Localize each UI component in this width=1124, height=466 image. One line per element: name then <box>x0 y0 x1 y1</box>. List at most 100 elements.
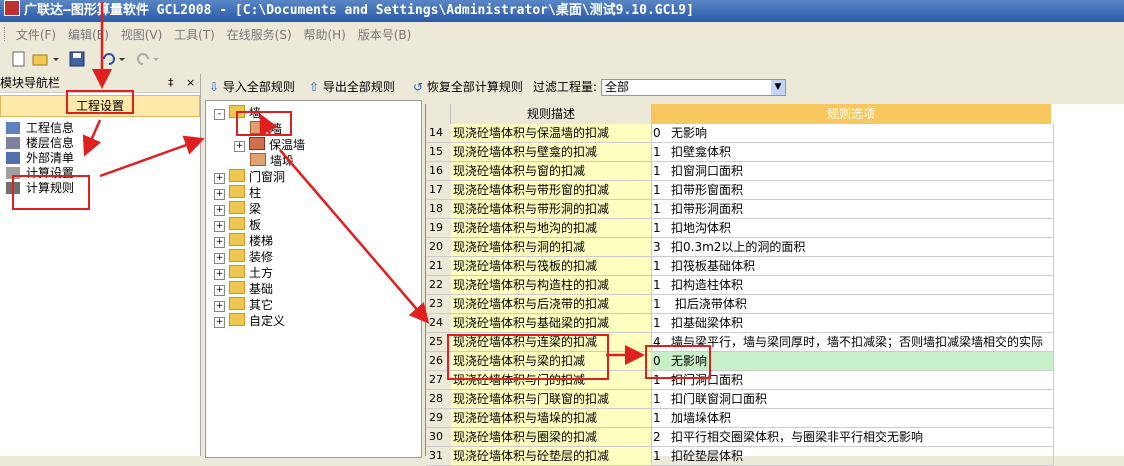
menu-tools[interactable]: 工具(T) <box>174 28 215 42</box>
tree-node-beam[interactable]: + 梁 <box>214 201 261 217</box>
rule-option-cell[interactable]: 1 扣带形洞面积 <box>651 200 1054 219</box>
rule-description-cell[interactable]: 现浇砼墙体积与墙垛的扣减 <box>451 409 652 428</box>
rule-description-cell[interactable]: 现浇砼墙体积与梁的扣减 <box>451 352 652 371</box>
expand-icon[interactable]: + <box>214 237 225 248</box>
table-row[interactable]: 16 现浇砼墙体积与窗的扣减 1 扣窗洞口面积 <box>426 162 1124 181</box>
rule-option-cell[interactable]: 4 墙与梁平行，墙与梁同厚时，墙不扣减梁；否则墙扣减梁墙相交的实际 <box>651 333 1054 352</box>
chevron-down-icon[interactable]: ▼ <box>771 80 785 95</box>
nav-item-external-list[interactable]: 外部清单 <box>0 151 200 166</box>
rule-description-cell[interactable]: 现浇砼墙体积与带形窗的扣减 <box>451 181 652 200</box>
expand-icon[interactable]: + <box>214 285 225 296</box>
rule-option-cell[interactable]: 1 扣带形窗面积 <box>651 181 1054 200</box>
menu-view[interactable]: 视图(V) <box>121 28 163 42</box>
tree-node-decoration[interactable]: + 装修 <box>214 249 273 265</box>
table-row[interactable]: 20 现浇砼墙体积与洞的扣减 3 扣0.3m2以上的洞的面积 <box>426 238 1124 257</box>
expand-icon[interactable]: + <box>214 301 225 312</box>
table-row[interactable]: 18 现浇砼墙体积与带形洞的扣减 1 扣带形洞面积 <box>426 200 1124 219</box>
table-row[interactable]: 21 现浇砼墙体积与筏板的扣减 1 扣筏板基础体积 <box>426 257 1124 276</box>
table-row[interactable]: 25 现浇砼墙体积与连梁的扣减 4 墙与梁平行，墙与梁同厚时，墙不扣减梁；否则墙扣减梁… <box>426 333 1124 352</box>
rule-option-cell[interactable]: 1 扣门联窗洞口面积 <box>651 390 1054 409</box>
menu-file[interactable]: 文件(F) <box>16 28 56 42</box>
nav-item-floor-info[interactable]: 楼层信息 <box>0 136 200 151</box>
rule-option-cell[interactable]: 3 扣0.3m2以上的洞的面积 <box>651 238 1054 257</box>
collapse-icon[interactable]: - <box>214 109 225 120</box>
rule-description-cell[interactable]: 现浇砼墙体积与基础梁的扣减 <box>451 314 652 333</box>
redo-dropdown-icon[interactable] <box>152 51 160 67</box>
table-row[interactable]: 17 现浇砼墙体积与带形窗的扣减 1 扣带形窗面积 <box>426 181 1124 200</box>
tree-node-wall-group[interactable]: -墙 <box>214 105 261 121</box>
rule-option-cell[interactable]: 1 扣壁龛体积 <box>651 143 1054 162</box>
table-row[interactable]: 19 现浇砼墙体积与地沟的扣减 1 扣地沟体积 <box>426 219 1124 238</box>
nav-item-calc-rules[interactable]: 计算规则 <box>0 181 200 196</box>
expand-icon[interactable]: + <box>214 317 225 328</box>
rule-description-cell[interactable]: 现浇砼墙体积与圈梁的扣减 <box>451 428 652 447</box>
tree-node-foundation[interactable]: + 基础 <box>214 281 273 297</box>
table-row[interactable]: 22 现浇砼墙体积与构造柱的扣减 1 扣构造柱体积 <box>426 276 1124 295</box>
menu-grip[interactable] <box>4 27 8 41</box>
rule-description-cell[interactable]: 现浇砼墙体积与连梁的扣减 <box>451 333 652 352</box>
column-header-description[interactable]: 规则描述 <box>451 104 652 124</box>
rule-description-cell[interactable]: 现浇砼墙体积与带形洞的扣减 <box>451 200 652 219</box>
nav-item-calc-settings[interactable]: 计算设置 <box>0 166 200 181</box>
save-icon[interactable] <box>68 51 86 67</box>
tree-node-column[interactable]: + 柱 <box>214 185 261 201</box>
table-row[interactable]: 14 现浇砼墙体积与保温墙的扣减 0 无影响 <box>426 124 1124 143</box>
rule-description-cell[interactable]: 现浇砼墙体积与筏板的扣减 <box>451 257 652 276</box>
menu-version[interactable]: 版本号(B) <box>358 28 412 42</box>
rule-description-cell[interactable]: 现浇砼墙体积与后浇带的扣减 <box>451 295 652 314</box>
rule-option-cell[interactable]: 1 扣基础梁体积 <box>651 314 1054 333</box>
rule-option-cell[interactable]: 2 扣平行相交圈梁体积，与圈梁非平行相交无影响 <box>651 428 1054 447</box>
rule-option-cell[interactable]: 1 扣地沟体积 <box>651 219 1054 238</box>
filter-select[interactable]: 全部 ▼ <box>601 79 786 96</box>
table-row[interactable]: 27 现浇砼墙体积与门的扣减 1 扣门洞口面积 <box>426 371 1124 390</box>
open-dropdown-icon[interactable] <box>52 51 60 67</box>
rule-option-cell[interactable]: 0 无影响 <box>651 124 1054 143</box>
tree-node-other[interactable]: + 其它 <box>214 297 273 313</box>
rule-option-cell[interactable]: 1 加墙垛体积 <box>651 409 1054 428</box>
rule-option-cell[interactable]: 1 扣筏板基础体积 <box>651 257 1054 276</box>
table-row[interactable]: 31 现浇砼墙体积与砼垫层的扣减 1 扣砼垫层体积 <box>426 447 1124 466</box>
undo-dropdown-icon[interactable] <box>118 51 126 67</box>
menu-edit[interactable]: 编辑(E) <box>68 28 109 42</box>
rule-description-cell[interactable]: 现浇砼墙体积与门的扣减 <box>451 371 652 390</box>
tree-node-slab[interactable]: + 板 <box>214 217 261 233</box>
table-row[interactable]: 23 现浇砼墙体积与后浇带的扣减 1 扣后浇带体积 <box>426 295 1124 314</box>
table-row[interactable]: 30 现浇砼墙体积与圈梁的扣减 2 扣平行相交圈梁体积，与圈梁非平行相交无影响 <box>426 428 1124 447</box>
restore-all-rules-button[interactable]: ↺ 恢复全部计算规则 <box>413 76 523 98</box>
expand-icon[interactable]: + <box>214 205 225 216</box>
new-file-icon[interactable] <box>10 51 28 67</box>
tree-node-earthwork[interactable]: + 土方 <box>214 265 273 281</box>
menu-help[interactable]: 帮助(H) <box>303 28 345 42</box>
project-settings-section[interactable]: 工程设置 <box>0 95 200 117</box>
open-folder-icon[interactable] <box>32 51 50 67</box>
rule-description-cell[interactable]: 现浇砼墙体积与窗的扣减 <box>451 162 652 181</box>
rule-description-cell[interactable]: 现浇砼墙体积与门联窗的扣减 <box>451 390 652 409</box>
close-icon[interactable]: × <box>186 74 195 92</box>
nav-item-project-info[interactable]: 工程信息 <box>0 121 200 136</box>
rule-description-cell[interactable]: 现浇砼墙体积与壁龛的扣减 <box>451 143 652 162</box>
import-all-rules-button[interactable]: ⇩ 导入全部规则 <box>209 76 295 98</box>
column-header-option[interactable]: 规则选项 <box>651 104 1051 124</box>
expand-icon[interactable]: + <box>214 189 225 200</box>
undo-icon[interactable] <box>100 51 118 67</box>
tree-node-custom[interactable]: + 自定义 <box>214 313 285 329</box>
tree-node-wall[interactable]: 墙 <box>250 121 282 137</box>
tree-node-wall-pier[interactable]: 墙垛 <box>250 153 294 169</box>
table-row[interactable]: 29 现浇砼墙体积与墙垛的扣减 1 加墙垛体积 <box>426 409 1124 428</box>
rule-option-cell[interactable]: 0 无影响 <box>651 352 1054 371</box>
rule-description-cell[interactable]: 现浇砼墙体积与砼垫层的扣减 <box>451 447 652 466</box>
expand-icon[interactable]: + <box>214 173 225 184</box>
expand-icon[interactable]: + <box>214 269 225 280</box>
rule-option-cell[interactable]: 1 扣后浇带体积 <box>651 295 1054 314</box>
rule-description-cell[interactable]: 现浇砼墙体积与地沟的扣减 <box>451 219 652 238</box>
pin-icon[interactable]: ‡ <box>168 74 174 92</box>
redo-icon[interactable] <box>134 51 152 67</box>
menu-online[interactable]: 在线服务(S) <box>227 28 292 42</box>
table-row[interactable]: 15 现浇砼墙体积与壁龛的扣减 1 扣壁龛体积 <box>426 143 1124 162</box>
rule-description-cell[interactable]: 现浇砼墙体积与洞的扣减 <box>451 238 652 257</box>
table-row[interactable]: 28 现浇砼墙体积与门联窗的扣减 1 扣门联窗洞口面积 <box>426 390 1124 409</box>
rule-option-cell[interactable]: 1 扣窗洞口面积 <box>651 162 1054 181</box>
table-row[interactable]: 26 现浇砼墙体积与梁的扣减 0 无影响 <box>426 352 1124 371</box>
tree-node-stairs[interactable]: + 楼梯 <box>214 233 273 249</box>
expand-icon[interactable]: + <box>234 141 245 152</box>
